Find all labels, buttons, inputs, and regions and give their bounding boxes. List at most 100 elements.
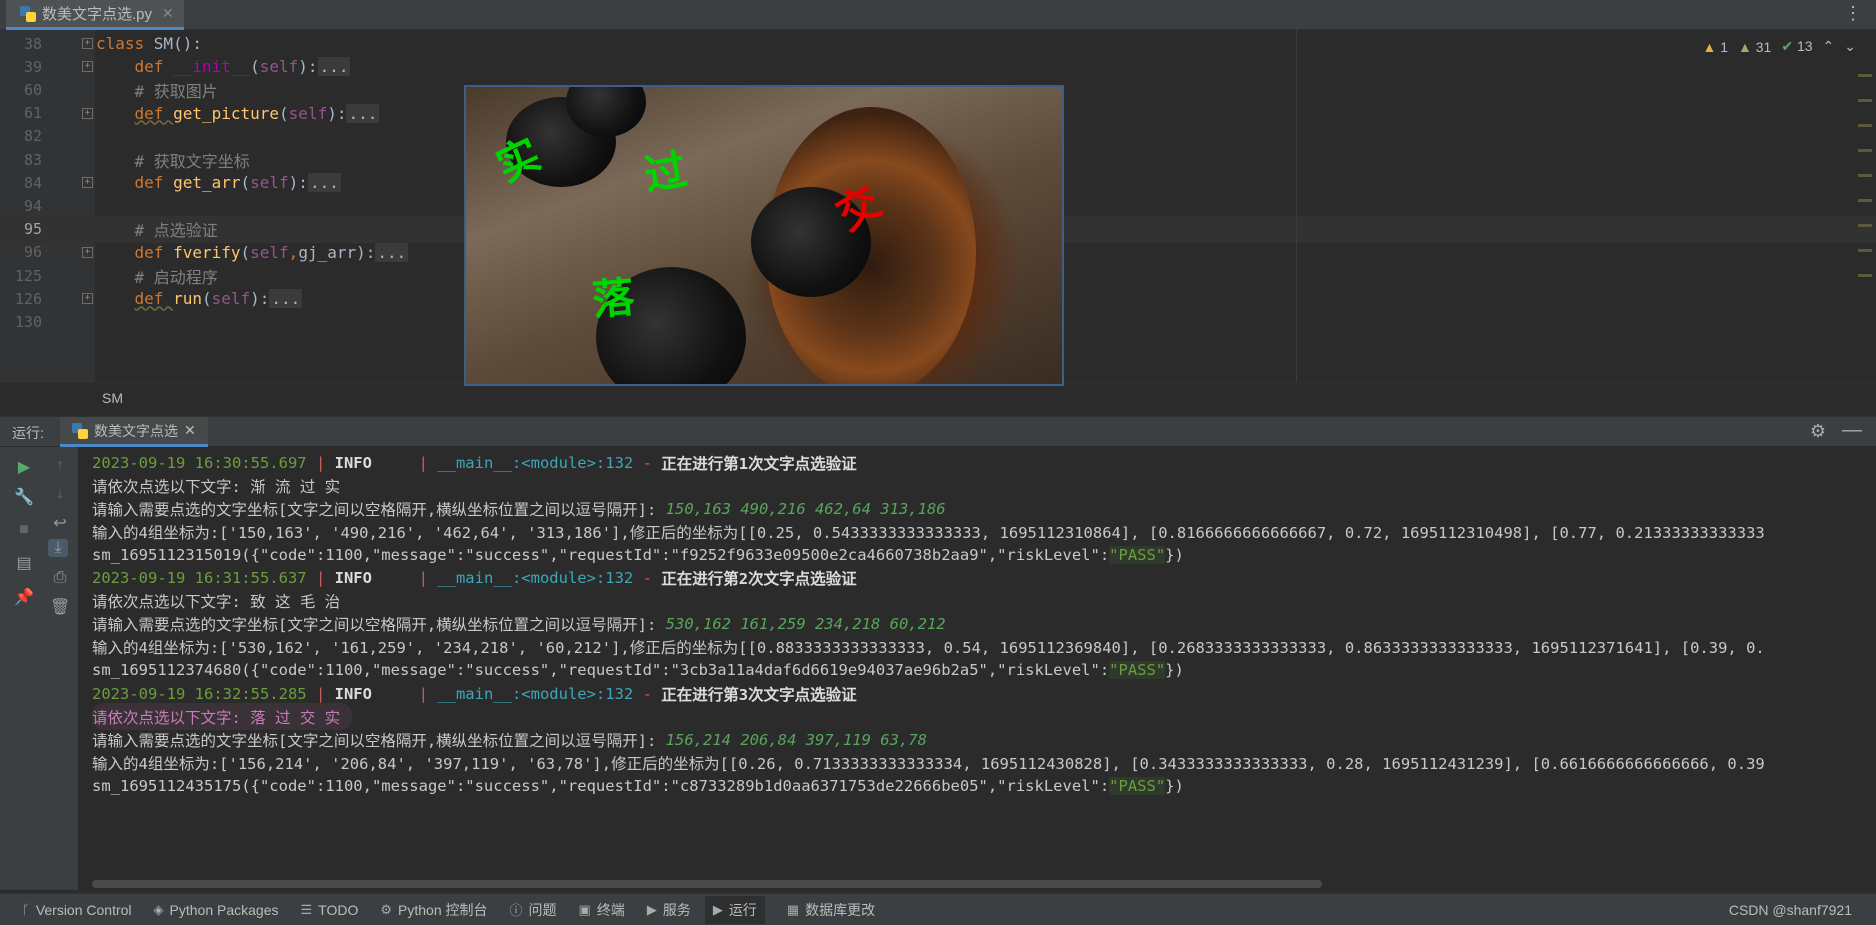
code-token: (	[279, 103, 289, 123]
code-token: class	[96, 34, 154, 53]
chevron-up-icon[interactable]: ⌃	[1823, 38, 1835, 55]
arrow-down-icon[interactable]: ↓	[50, 485, 70, 503]
stop-icon[interactable]: ■	[14, 521, 34, 539]
console-text: })	[1165, 545, 1184, 564]
log-separator: -	[633, 453, 662, 472]
close-icon[interactable]: ✕	[184, 422, 196, 439]
line-number: 60	[23, 80, 42, 99]
toolwindow-database[interactable]: ▦ 数据库更改	[787, 900, 875, 920]
fold-toggle-icon[interactable]: +	[82, 38, 93, 49]
code-token: ...	[317, 57, 351, 77]
code-token: get_arr	[173, 173, 241, 193]
toolwindow-branch[interactable]: ᚴ Version Control	[22, 902, 132, 918]
run-icon: ▶	[712, 901, 723, 917]
line-number: 130	[14, 312, 42, 331]
toolwindow-label: 服务	[662, 901, 691, 918]
wrench-icon[interactable]: 🔧	[14, 487, 34, 507]
fold-toggle-icon[interactable]: +	[82, 246, 93, 258]
code-token: def	[134, 289, 174, 309]
console-prompt: 请输入需要点选的文字坐标[文字之间以空格隔开,横纵坐标位置之间以逗号隔开]:	[92, 616, 666, 635]
pin-icon[interactable]: 📌	[14, 587, 34, 607]
run-config-tab[interactable]: 数美文字点选 ✕	[60, 417, 208, 447]
problems-icon: ⓘ	[509, 903, 523, 918]
code-token: (	[240, 173, 251, 193]
log-separator: -	[633, 684, 662, 703]
fold-toggle-icon[interactable]: +	[82, 177, 93, 189]
log-message: 正在进行第3次文字点选验证	[661, 685, 857, 704]
weak-warnings-count[interactable]: ▲ 31	[1738, 39, 1771, 55]
console-text: sm_1695112374680({"code":1100,"message":…	[92, 661, 1110, 680]
code-token: # 点选验证	[134, 221, 218, 241]
console-text: 输入的4组坐标为:['156,214', '206,84', '397,119'…	[92, 754, 1765, 773]
risk-level-value: "PASS"	[1109, 776, 1166, 795]
run-panel-label: 运行:	[12, 425, 44, 441]
status-bar: ᚴ Version Control ◈ Python Packages ☰ TODO ⚙ Py…	[0, 893, 1876, 925]
line-number: 125	[14, 266, 42, 285]
toolwindow-run[interactable]: ▶ 运行	[704, 895, 765, 924]
scroll-to-end-icon[interactable]: ⤓	[48, 539, 68, 557]
code-token: ...	[269, 289, 303, 309]
python-icon	[72, 422, 88, 439]
packages-icon: ◈	[153, 901, 164, 917]
captcha-char[interactable]: 过	[639, 136, 691, 203]
fold-toggle-icon[interactable]: +	[82, 107, 93, 119]
console-text: })	[1165, 661, 1184, 680]
toolwindow-todo[interactable]: ☰ TODO	[301, 902, 359, 918]
minimize-icon[interactable]: —	[1842, 419, 1862, 442]
todo-icon: ☰	[300, 901, 313, 917]
console-prompt: 请输入需要点选的文字坐标[文字之间以空格隔开,横纵坐标位置之间以逗号隔开]:	[92, 731, 666, 750]
warnings-count[interactable]: ▲ 1	[1702, 39, 1728, 55]
rerun-icon[interactable]: ▶	[14, 457, 34, 477]
fold-toggle-icon[interactable]: +	[82, 61, 93, 73]
close-icon[interactable]: ✕	[162, 5, 174, 22]
check-icon: ✔	[1781, 38, 1794, 54]
right-margin-guide	[1296, 30, 1297, 382]
error-stripe[interactable]	[1858, 74, 1872, 299]
trash-icon[interactable]: 🗑	[50, 597, 70, 617]
print-icon[interactable]: ⎙	[50, 569, 70, 587]
risk-level-value: "PASS"	[1109, 661, 1166, 680]
toolwindow-python-console[interactable]: ⚙ Python 控制台	[380, 900, 487, 920]
arrow-up-icon[interactable]: ↑	[50, 457, 70, 475]
code-text: def get_picture(self):...	[96, 103, 380, 123]
log-separator: |	[306, 453, 335, 472]
code-text: # 获取文字坐标	[96, 148, 250, 172]
editor-tab[interactable]: 数美文字点选.py ✕	[6, 0, 184, 30]
chevron-down-icon[interactable]: ⌄	[1844, 38, 1856, 55]
console-user-input: 530,162 161,259 234,218 60,212	[665, 615, 946, 634]
toolwindow-label: 数据库更改	[805, 901, 876, 918]
run-console[interactable]: 2023-09-19 16:30:55.697 | INFO | __main_…	[78, 447, 1876, 890]
toolwindow-services[interactable]: ▶ 服务	[647, 900, 691, 920]
branch-icon: ᚴ	[22, 902, 30, 917]
console-text: })	[1165, 776, 1184, 795]
code-editor[interactable]: 38 + class SM(): 39 + def __init__(self):...…	[0, 30, 1876, 414]
toolwindow-terminal[interactable]: ▣ 终端	[579, 900, 625, 920]
line-number: 94	[23, 196, 42, 215]
toolwindow-packages[interactable]: ◈ Python Packages	[154, 902, 279, 918]
console-text: 输入的4组坐标为:['530,162', '161,259', '234,218…	[92, 639, 1765, 658]
ok-count[interactable]: ✔ 13	[1781, 38, 1812, 55]
more-vertical-icon[interactable]: ⋮	[1844, 4, 1862, 22]
console-text: 请依次点选以下文字: 渐 流 过 实	[92, 477, 341, 496]
log-timestamp: 2023-09-19 16:30:55.697	[92, 453, 307, 472]
soft-wrap-icon[interactable]: ↩	[50, 513, 70, 533]
code-token: # 获取图片	[134, 81, 218, 101]
horizontal-scrollbar[interactable]	[92, 880, 1322, 888]
console-line[interactable]: sm_1695112435175({"code":1100,"message":…	[92, 772, 1184, 799]
fold-toggle-icon[interactable]: +	[82, 293, 93, 305]
breadcrumb-item[interactable]: SM	[102, 390, 123, 406]
captcha-char[interactable]: 落	[589, 263, 636, 327]
console-prompt: 请输入需要点选的文字坐标[文字之间以空格隔开,横纵坐标位置之间以逗号隔开]:	[92, 500, 666, 519]
console-user-input: 156,214 206,84 397,119 63,78	[665, 730, 927, 749]
code-text: # 点选验证	[96, 217, 218, 241]
inspection-widget[interactable]: ▲ 1 ▲ 31 ✔ 13 ⌃ ⌄	[1702, 38, 1856, 55]
line-number: 126	[14, 289, 42, 308]
gear-icon[interactable]: ⚙	[1810, 421, 1826, 442]
layout-icon[interactable]: ▤	[14, 553, 34, 573]
code-token: __init__	[173, 57, 251, 77]
toolwindow-problems[interactable]: ⓘ 问题	[510, 900, 557, 920]
